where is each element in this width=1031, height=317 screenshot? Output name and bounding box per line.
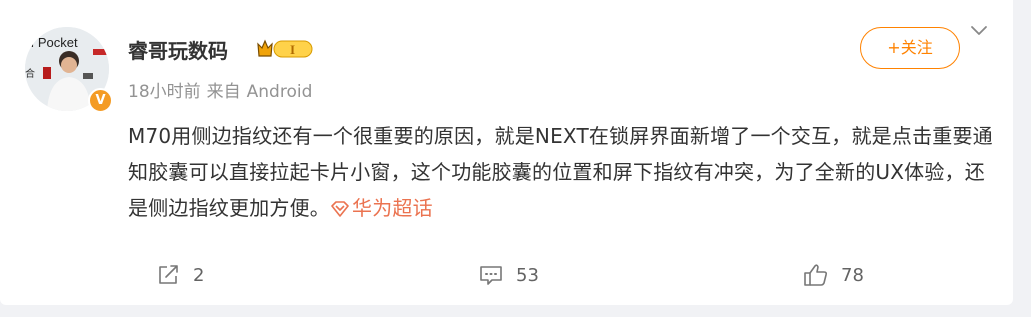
svg-text:合: 合 — [25, 67, 35, 80]
chevron-down-icon[interactable] — [969, 23, 989, 39]
share-count: 2 — [193, 264, 205, 286]
level-badge-icon: I — [257, 39, 313, 58]
topic-link-label: 华为超话 — [352, 196, 433, 220]
level-badge-text: I — [290, 42, 295, 57]
super-topic-icon — [331, 201, 349, 217]
post-text: M70用侧边指纹还有一个很重要的原因，就是NEXT在锁屏界面新增了一个交互，就是… — [128, 124, 993, 220]
svg-text:.I Pocket: .I Pocket — [27, 35, 78, 50]
comment-button[interactable]: 53 — [478, 260, 539, 290]
comment-count: 53 — [516, 264, 539, 286]
thumbs-up-icon — [804, 264, 828, 286]
share-button[interactable]: 2 — [157, 260, 204, 290]
like-button[interactable]: 78 — [803, 260, 864, 290]
post-content: M70用侧边指纹还有一个很重要的原因，就是NEXT在锁屏界面新增了一个交互，就是… — [128, 118, 998, 226]
topic-link[interactable]: 华为超话 — [330, 196, 433, 220]
like-count: 78 — [841, 264, 864, 286]
share-icon — [159, 265, 178, 284]
source-label: 来自 — [206, 82, 241, 102]
weibo-post-card: .I Pocket 合 V 睿哥玩数码 I 18小时前 来自 Android +关注… — [0, 0, 1013, 305]
post-time[interactable]: 18小时前 — [128, 82, 201, 102]
verified-v-icon: V — [88, 88, 113, 113]
comment-icon — [480, 266, 502, 285]
post-meta: 18小时前 来自 Android — [128, 77, 312, 102]
author-name[interactable]: 睿哥玩数码 — [128, 35, 228, 64]
post-source: Android — [246, 82, 313, 102]
follow-button[interactable]: +关注 — [860, 27, 960, 69]
